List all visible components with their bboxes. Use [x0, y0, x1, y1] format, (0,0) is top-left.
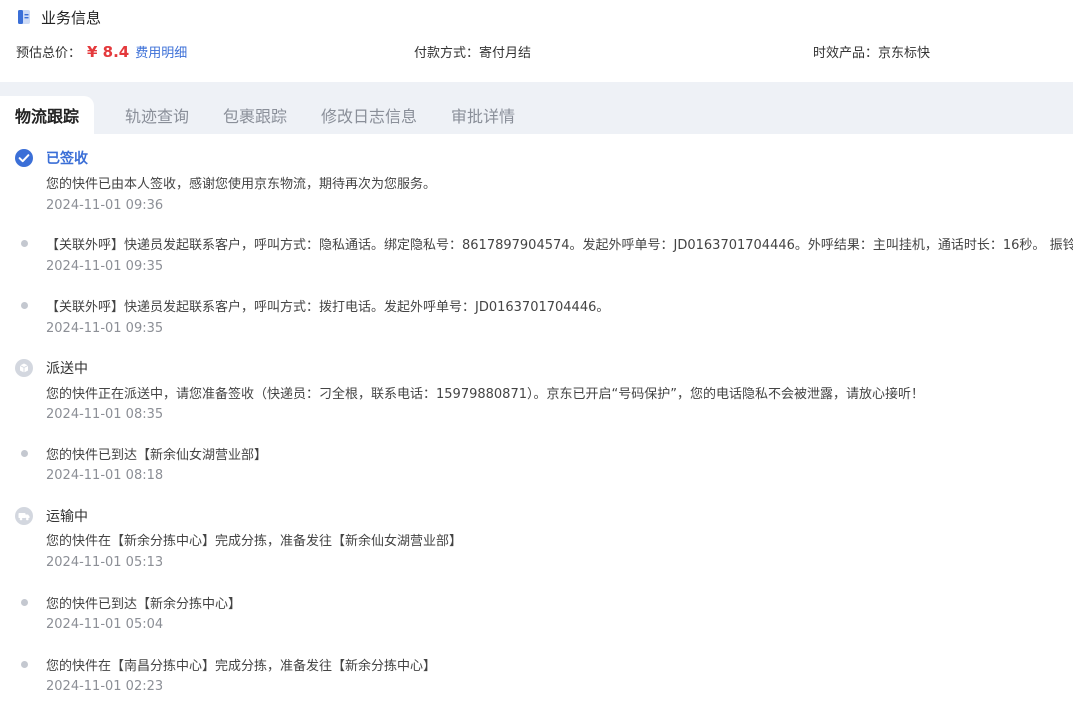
timeline-dot — [14, 654, 34, 674]
event-message: 您的快件正在派送中，请您准备签收（快递员：刁全根，联系电话：1597988087… — [46, 387, 924, 402]
timeline-dot — [14, 295, 34, 315]
event-message: 您的快件在【新余分拣中心】完成分拣，准备发往【新余仙女湖营业部】 — [46, 534, 463, 549]
estimated-price: 预估总价： ¥ 8.4 费用明细 — [16, 42, 187, 61]
event-message: 您的快件已由本人签收，感谢您使用京东物流，期待再次为您服务。 — [46, 177, 437, 192]
event-time: 2024-11-01 09:36 — [46, 198, 164, 213]
delivery-box-icon — [14, 358, 34, 378]
tab-package-tracking[interactable]: 包裹跟踪 — [223, 96, 287, 134]
event-message: 【关联外呼】快递员发起联系客户，呼叫方式：拨打电话。发起外呼单号：JD01637… — [46, 300, 610, 315]
tab-modification-log[interactable]: 修改日志信息 — [321, 96, 417, 134]
tab-logistics-tracking[interactable]: 物流跟踪 — [0, 96, 94, 134]
event-message: 您的快件已到达【新余分拣中心】 — [46, 597, 242, 612]
time-product: 时效产品： 京东标快 — [813, 42, 930, 61]
timeline-dot — [14, 233, 34, 253]
logistics-page: 业务信息 预估总价： ¥ 8.4 费用明细 付款方式： 寄付月结 时效产品： 京… — [0, 0, 1073, 701]
event-time: 2024-11-01 08:35 — [46, 407, 164, 422]
check-circle-icon — [14, 148, 34, 168]
section-divider — [0, 82, 1073, 94]
event-time: 2024-11-01 09:35 — [46, 259, 164, 274]
status-label: 派送中 — [46, 361, 88, 377]
event-time: 2024-11-01 02:23 — [46, 679, 164, 694]
event-message: 您的快件已到达【新余仙女湖营业部】 — [46, 448, 268, 463]
tracking-timeline: 已签收 您的快件已由本人签收，感谢您使用京东物流，期待再次为您服务。 2024-… — [0, 134, 1073, 701]
business-info-card: 业务信息 预估总价： ¥ 8.4 费用明细 付款方式： 寄付月结 时效产品： 京… — [0, 0, 1073, 82]
payment-method: 付款方式： 寄付月结 — [414, 42, 531, 61]
event-time: 2024-11-01 09:35 — [46, 321, 164, 336]
timeline-dot — [14, 443, 34, 463]
price-label: 预估总价： — [16, 46, 82, 61]
payment-label: 付款方式： — [414, 46, 480, 61]
product-value: 京东标快 — [878, 46, 931, 61]
timeline-dot — [14, 592, 34, 612]
event-message: 【关联外呼】快递员发起联系客户，呼叫方式：隐私通话。绑定隐私号：86178979… — [46, 238, 1073, 253]
status-label: 已签收 — [46, 151, 88, 167]
document-icon — [18, 10, 30, 24]
price-value: ¥ 8.4 — [87, 43, 130, 61]
tab-approval-details[interactable]: 审批详情 — [451, 96, 515, 134]
business-info-header: 业务信息 — [17, 6, 101, 28]
tab-bar: 物流跟踪 轨迹查询 包裹跟踪 修改日志信息 审批详情 — [0, 94, 1073, 134]
fee-detail-link[interactable]: 费用明细 — [135, 42, 187, 61]
payment-value: 寄付月结 — [479, 46, 532, 61]
tab-trajectory-query[interactable]: 轨迹查询 — [125, 96, 189, 134]
status-label: 运输中 — [46, 509, 88, 525]
event-time: 2024-11-01 08:18 — [46, 468, 164, 483]
event-message: 您的快件在【南昌分拣中心】完成分拣，准备发往【新余分拣中心】 — [46, 659, 437, 674]
truck-icon — [14, 506, 34, 526]
event-time: 2024-11-01 05:13 — [46, 555, 164, 570]
business-info-title: 业务信息 — [41, 8, 102, 27]
product-label: 时效产品： — [813, 46, 879, 61]
event-time: 2024-11-01 05:04 — [46, 617, 164, 632]
